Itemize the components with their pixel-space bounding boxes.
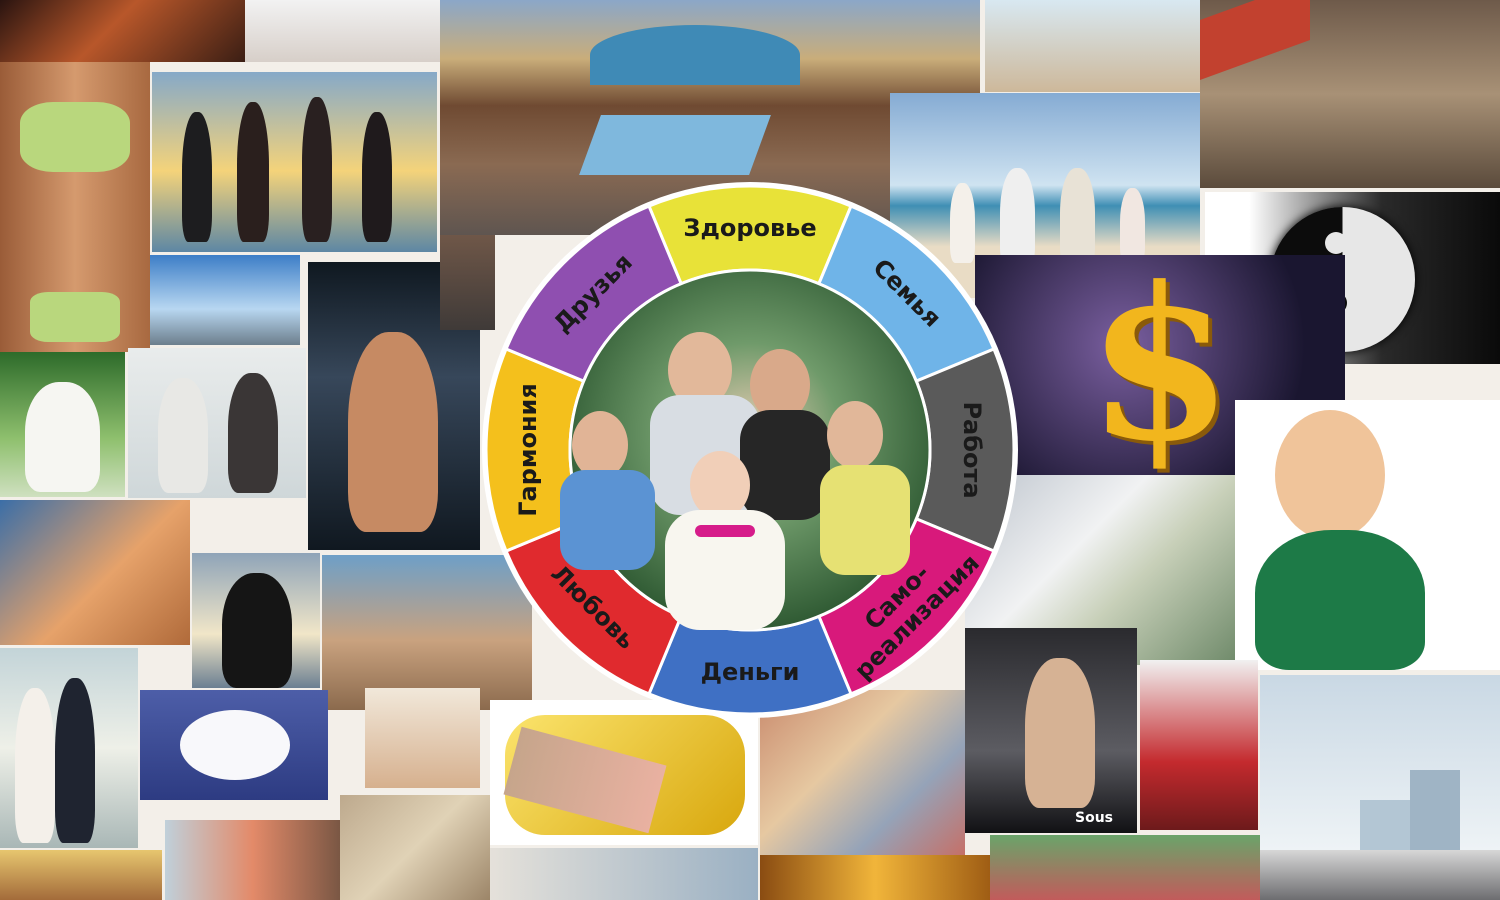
red-car-model-photo <box>1140 660 1258 830</box>
wheel-label-text: Работа <box>958 401 986 498</box>
party-photo <box>0 0 245 62</box>
meditation-photo <box>0 352 125 497</box>
wheel-segment-label: Гармония <box>514 383 542 517</box>
career-steps-photo <box>1260 675 1500 850</box>
wheel-segment-label: Здоровье <box>683 214 816 242</box>
rose-couple-photo <box>165 820 340 900</box>
dancing-legs-photo <box>245 0 440 62</box>
mountain-man-photo <box>150 255 300 345</box>
wheel-segment-label: Деньги <box>701 658 800 686</box>
thumbs-up-woman-photo <box>1235 400 1500 670</box>
wheel-segment-label: Работа <box>958 401 986 498</box>
small-note-photo <box>490 848 758 900</box>
car-strip-photo <box>1260 850 1500 900</box>
wallet-photo <box>490 700 758 845</box>
life-wheel: Здоровье Семья Работа Само-реализация Деньги… <box>480 180 1020 720</box>
wheel-label-text: Здоровье <box>683 214 816 242</box>
watermark: Sous <box>1075 810 1114 826</box>
gold-bars-photo <box>760 855 990 900</box>
bikini-photo <box>0 62 150 352</box>
sunset-strip-photo <box>0 850 162 900</box>
swans-photo <box>140 690 328 800</box>
beach-dancers-photo <box>152 72 437 252</box>
beach-kids-photo <box>985 0 1200 92</box>
wedding-photo <box>0 648 138 848</box>
life-wheel-chart: ЗдоровьеСемьяРаботаСамо-реализацияДеньги… <box>482 182 1018 718</box>
house-strip-photo <box>990 835 1260 900</box>
banknotes-photo <box>340 795 490 900</box>
yoga-couple-photo <box>128 348 306 498</box>
wheel-label-text: Деньги <box>701 658 800 686</box>
wheel-label-text: Гармония <box>514 383 542 517</box>
sunset-couple-photo <box>192 553 320 688</box>
family-top-photo <box>1200 0 1500 188</box>
smiling-couple-photo <box>365 688 480 788</box>
couple-kiss-photo <box>0 500 190 645</box>
